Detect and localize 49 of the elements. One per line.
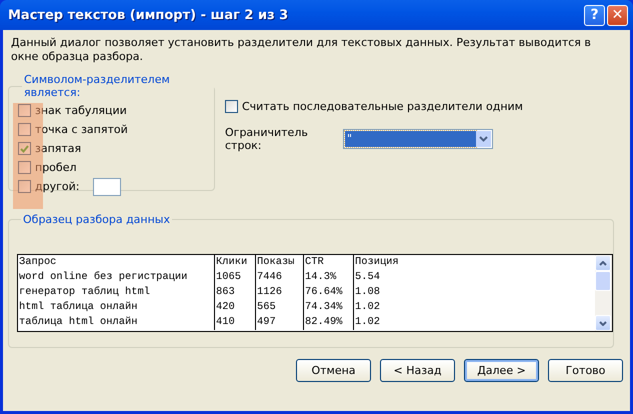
checkbox-label[interactable]: пробел (35, 161, 76, 174)
dialog-button[interactable]: < Назад (380, 359, 455, 382)
table-cell: 420 (214, 300, 255, 315)
checkbox[interactable] (18, 161, 31, 174)
scroll-up-icon[interactable] (595, 255, 611, 271)
table-cell: 1065 (214, 270, 255, 285)
checkbox-label[interactable]: другой: (35, 180, 80, 193)
checkbox-label[interactable]: точка с запятой (35, 123, 128, 136)
column-header: Запрос (18, 255, 58, 270)
table-cell: 1126 (255, 285, 303, 300)
table-cell: 497 (255, 315, 303, 330)
checkbox-label[interactable]: Считать последовательные разделители одним (242, 100, 523, 113)
column-header: Клики (214, 255, 255, 270)
column-header: CTR (303, 255, 353, 270)
table-cell: 863 (214, 285, 255, 300)
input-field[interactable] (93, 178, 122, 196)
checkbox-label[interactable]: запятая (35, 142, 82, 155)
dialog-button[interactable]: Готово (548, 359, 623, 382)
checkbox[interactable] (18, 104, 31, 117)
description-text: Данный диалог позволяет установить разделители для текстовых данных. Результат выводится в окне образца разбора. (11, 36, 592, 64)
checkbox[interactable] (18, 142, 31, 155)
table-cell: 565 (255, 300, 303, 315)
chevron-down-icon[interactable] (476, 131, 491, 147)
checkbox[interactable] (18, 180, 31, 193)
window-title: Мастер текстов (импорт) - шаг 2 из 3 (8, 8, 290, 22)
table-cell: 74.34% (303, 300, 353, 315)
dialog-button[interactable]: Далее > (464, 359, 539, 382)
checkbox[interactable] (225, 100, 238, 113)
table-cell: 76.64% (303, 285, 353, 300)
dropdown[interactable]: " (343, 129, 493, 149)
dialog-button[interactable]: Отмена (296, 359, 371, 382)
table-cell: 14.3% (303, 270, 353, 285)
table-cell-text: word online без регистрации (18, 270, 188, 285)
column-header: Показы (255, 255, 303, 270)
table-cell: 7446 (255, 270, 303, 285)
table-cell-text: html таблица онлайн (18, 300, 138, 315)
table-cell: 410 (214, 315, 255, 330)
group-title: Образец разбора данных (22, 213, 171, 226)
scrollbar[interactable] (595, 255, 612, 331)
table-cell-text: таблица html онлайн (18, 315, 138, 330)
group-title: Символом-разделителем является: (23, 73, 171, 99)
table-cell: 82.49% (303, 315, 353, 330)
help-button[interactable]: ? (584, 4, 605, 26)
scroll-down-icon[interactable] (595, 315, 611, 331)
field-label: Ограничитель строк: (225, 126, 309, 152)
checkbox[interactable] (18, 123, 31, 136)
checkbox-label[interactable]: знак табуляции (35, 104, 127, 117)
close-button[interactable]: ✕ (607, 4, 628, 26)
table-cell-text: генератор таблиц html (18, 285, 151, 300)
